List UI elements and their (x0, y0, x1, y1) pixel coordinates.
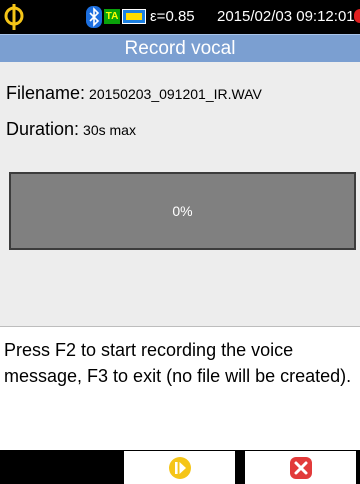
filename-value: 20150203_091201_IR.WAV (89, 86, 262, 102)
chauvin-arnoux-logo-icon (4, 3, 24, 31)
start-record-button[interactable] (124, 451, 235, 484)
recording-progress-bar: 0% (9, 172, 356, 250)
softkey-bar (0, 450, 360, 484)
progress-percent: 0% (172, 203, 193, 219)
exit-button[interactable] (245, 451, 356, 484)
instruction-text: Press F2 to start recording the voice me… (4, 340, 352, 386)
bluetooth-icon (86, 6, 102, 28)
recording-indicator-icon (354, 9, 360, 23)
duration-label: Duration: (6, 119, 80, 139)
filename-row: Filename: 20150203_091201_IR.WAV (6, 83, 262, 104)
page-title: Record vocal (0, 34, 360, 62)
filename-label: Filename: (6, 83, 86, 103)
duration-row: Duration: 30s max (6, 119, 136, 140)
status-bar: TA ε=0.85 2015/02/03 09:12:01 (0, 0, 360, 34)
emissivity-readout: ε=0.85 (150, 8, 195, 25)
datetime-readout: 2015/02/03 09:12:01 (217, 8, 355, 25)
start-record-icon (168, 456, 191, 479)
exit-icon (289, 456, 312, 479)
instruction-message: Press F2 to start recording the voice me… (0, 326, 360, 451)
duration-value: 30s max (83, 122, 136, 138)
battery-icon (122, 9, 146, 24)
ta-badge: TA (104, 9, 120, 24)
